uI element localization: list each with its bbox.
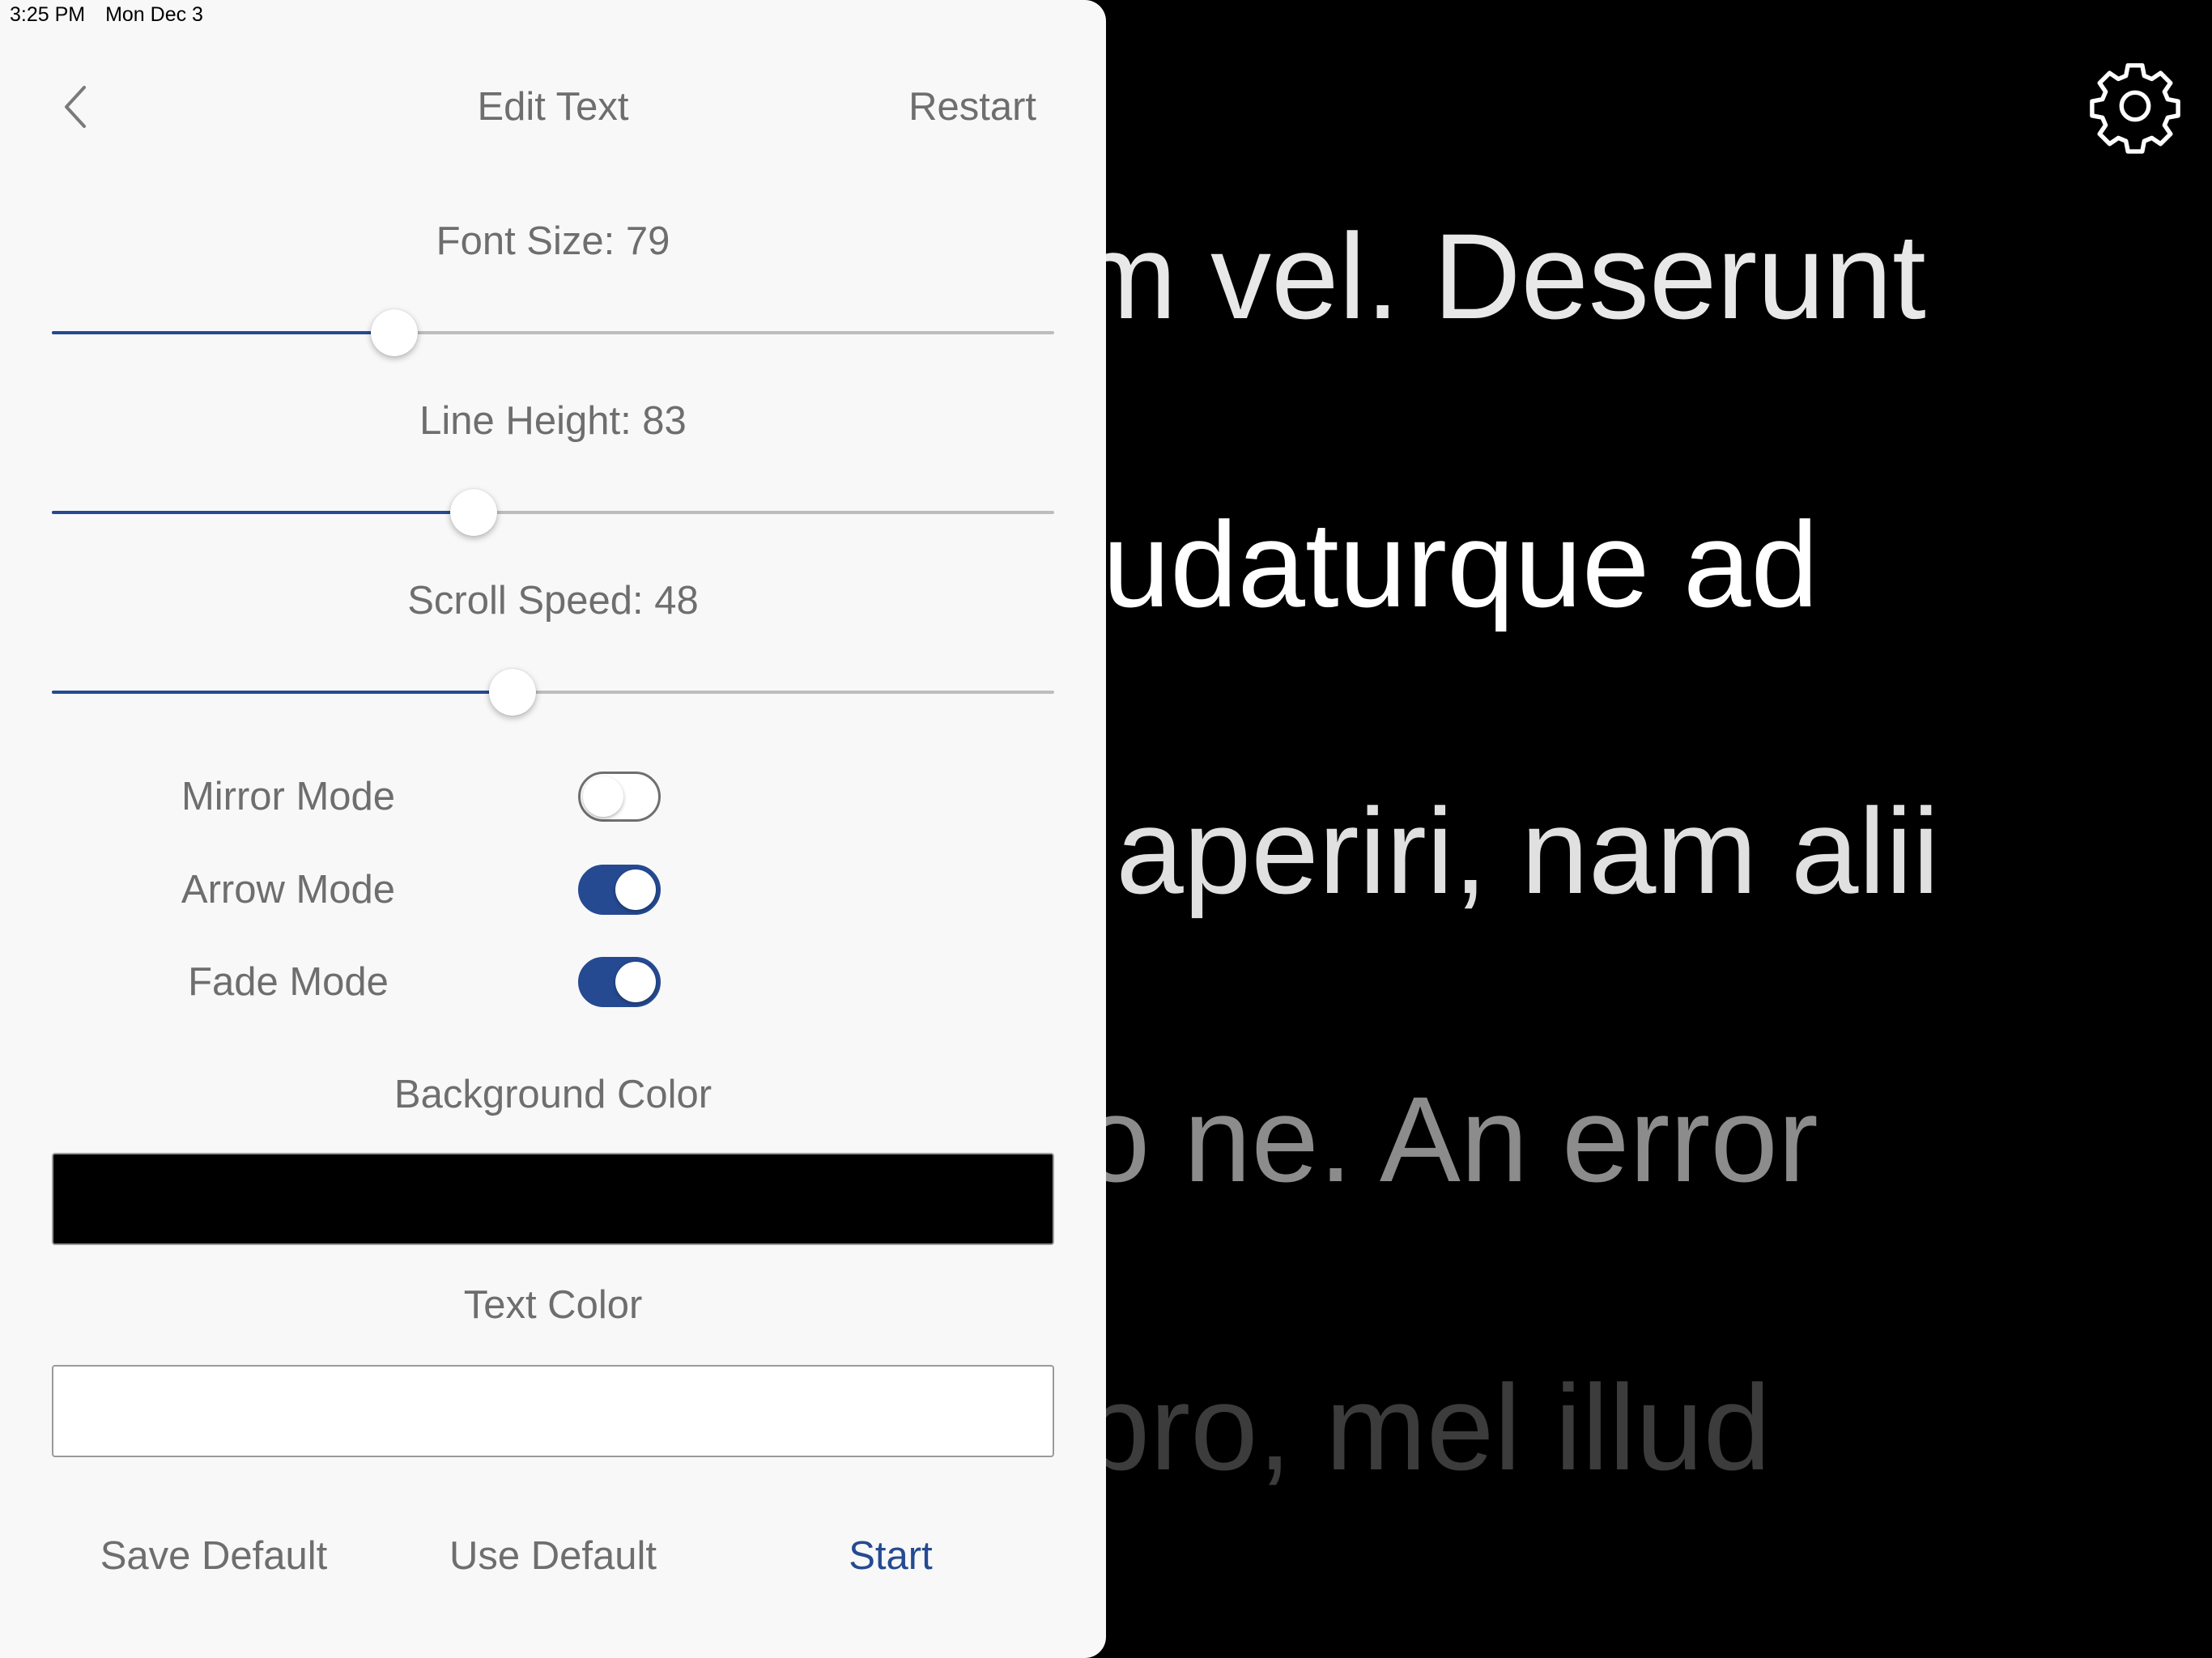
slider-fill [52, 331, 395, 334]
status-bar: 3:25 PM Mon Dec 3 [10, 3, 218, 27]
font-size-label: Font Size: 79 [436, 219, 670, 263]
start-button[interactable]: Start [729, 1533, 1053, 1579]
gear-icon[interactable] [2087, 58, 2183, 154]
background-color-swatch[interactable] [52, 1153, 1054, 1245]
text-color-swatch[interactable] [52, 1365, 1054, 1457]
mirror-mode-label: Mirror Mode [181, 775, 396, 818]
settings-panel: Edit Text Restart Font Size: 79 Line Hei… [0, 0, 1106, 1658]
arrow-mode-label: Arrow Mode [181, 868, 396, 912]
background-color-label: Background Color [393, 1073, 713, 1116]
use-default-button[interactable]: Use Default [391, 1533, 715, 1579]
save-default-button[interactable]: Save Default [52, 1533, 376, 1579]
toggle-knob [615, 962, 656, 1002]
line-height-label: Line Height: 83 [419, 399, 687, 443]
toggle-knob [615, 869, 656, 910]
mirror-mode-toggle[interactable] [578, 772, 661, 822]
line-height-slider[interactable] [52, 488, 1054, 537]
slider-fill [52, 511, 474, 514]
slider-fill [52, 691, 513, 694]
font-size-slider[interactable] [52, 308, 1054, 357]
fade-mode-label: Fade Mode [188, 960, 389, 1004]
slider-thumb[interactable] [371, 309, 419, 356]
status-time: 3:25 PM [10, 3, 86, 26]
slider-thumb[interactable] [450, 489, 498, 536]
fade-mode-toggle[interactable] [578, 957, 661, 1007]
scroll-speed-slider[interactable] [52, 668, 1054, 716]
text-color-label: Text Color [463, 1283, 643, 1327]
scroll-speed-label: Scroll Speed: 48 [407, 579, 699, 623]
slider-thumb[interactable] [489, 669, 537, 716]
restart-button[interactable]: Restart [908, 84, 1036, 130]
toggle-knob [583, 776, 623, 817]
status-date: Mon Dec 3 [105, 3, 203, 26]
arrow-mode-toggle[interactable] [578, 865, 661, 915]
